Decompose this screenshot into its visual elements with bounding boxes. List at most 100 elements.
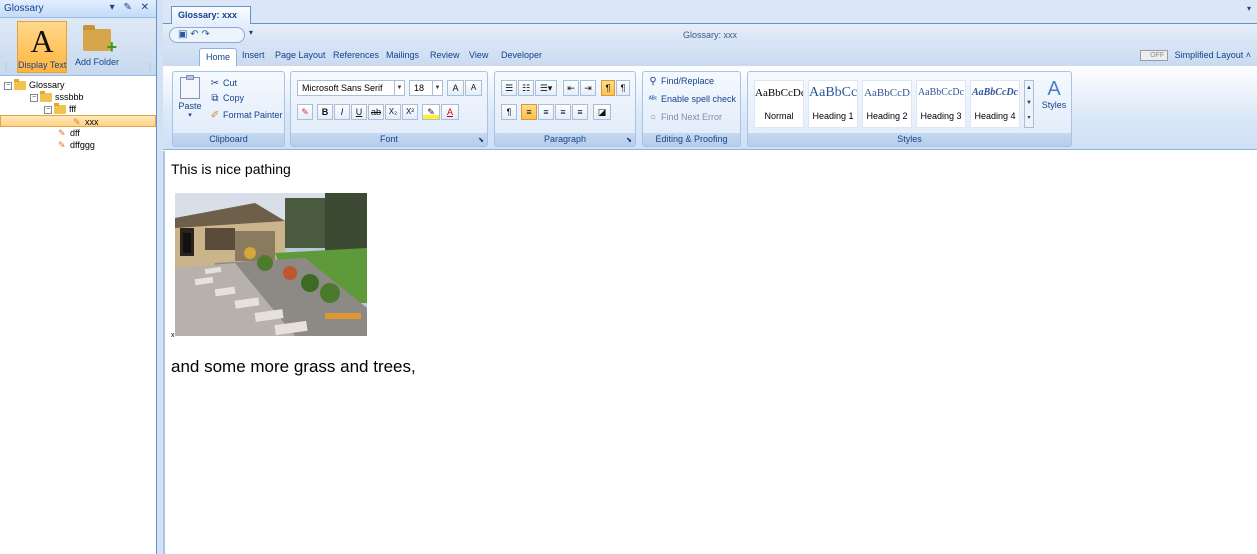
collapse-icon[interactable]: − (44, 105, 52, 114)
enable-spell-check-button[interactable]: ᴬᴮᶜ Enable spell check (647, 94, 736, 105)
chevron-down-icon: ▼ (432, 81, 442, 95)
format-painter-label: Format Painter (223, 110, 283, 120)
subscript-button[interactable]: X₂ (385, 104, 401, 120)
align-right-button[interactable]: ≡ (555, 104, 571, 120)
find-next-error-button[interactable]: ○ Find Next Error (647, 112, 722, 123)
styles-button[interactable]: A Styles (1038, 78, 1070, 110)
dialog-launcher-icon[interactable]: ⬊ (626, 136, 632, 144)
paragraph-caption: Paragraph (495, 133, 635, 146)
document-text-line-1[interactable]: This is nice pathing (171, 161, 291, 177)
ribbon: Paste ▾ ✂ Cut ⧉ Copy ✐ Format Painter Clipb… (163, 66, 1257, 150)
style-heading-1[interactable]: AaBbCcI Heading 1 (808, 80, 858, 128)
font-family-select[interactable]: Microsoft Sans Serif ▼ (297, 80, 405, 96)
bullets-button[interactable]: ☰ (501, 80, 517, 96)
justify-button[interactable]: ≡ (572, 104, 588, 120)
document-tab-bar: Glossary: xxx ▾ (163, 0, 1257, 24)
garden-photo (175, 193, 367, 336)
dialog-launcher-icon[interactable]: ⬊ (478, 136, 484, 144)
shading-button[interactable]: ◪ (593, 104, 611, 120)
panel-title-bar: Glossary ▾ ✎ ✕ (0, 0, 156, 18)
grip-icon[interactable]: ⋮ (2, 62, 10, 71)
item-icon: ✎ (58, 140, 66, 151)
style-heading-2[interactable]: AaBbCcD Heading 2 (862, 80, 912, 128)
document-tab[interactable]: Glossary: xxx (171, 6, 251, 24)
glossary-tree: − Glossary − sssbbb − fff ✎ xxx ✎ dff ✎ dffggg (0, 79, 156, 151)
paragraph-group: ☰ ☷ ☰▾ ⇤ ⇥ ¶ ¶ ¶ ≡ ≡ ≡ ≡ ◪ Paragraph ⬊ (494, 71, 636, 147)
numbering-button[interactable]: ☷ (518, 80, 534, 96)
paragraph-mark-button[interactable]: ¶ (501, 104, 517, 120)
decrease-indent-button[interactable]: ⇤ (563, 80, 579, 96)
tree-node-label: Glossary (29, 80, 65, 90)
find-replace-button[interactable]: ⚲ Find/Replace (647, 76, 714, 87)
tree-node-xxx[interactable]: ✎ xxx (0, 115, 156, 127)
tab-home[interactable]: Home (199, 48, 238, 67)
simplified-layout: OFF Simplified Layout ˄ (1140, 50, 1251, 62)
style-name: Heading 1 (812, 111, 854, 121)
paste-button[interactable]: Paste ▾ (176, 75, 204, 131)
add-folder-button[interactable]: + Add Folder (72, 21, 122, 73)
tab-page-layout[interactable]: Page Layout (275, 50, 326, 60)
strikethrough-button[interactable]: ab (368, 104, 384, 120)
spellcheck-icon: ᴬᴮᶜ (648, 96, 658, 104)
font-group: Microsoft Sans Serif ▼ 18 ▼ A A ✎ B I U … (290, 71, 488, 147)
editing-proofing-group: ⚲ Find/Replace ᴬᴮᶜ Enable spell check ○ Fin… (642, 71, 741, 147)
tab-insert[interactable]: Insert (242, 50, 265, 60)
document-image[interactable] (175, 193, 367, 336)
align-left-button[interactable]: ≡ (521, 104, 537, 120)
simplified-layout-toggle[interactable]: OFF (1140, 50, 1169, 62)
copy-label: Copy (223, 93, 245, 103)
document-text-line-2[interactable]: and some more grass and trees, (171, 357, 416, 377)
title-row: ▣ ↶ ↷ ▾ Glossary: xxx (163, 24, 1257, 46)
show-formatting-button[interactable]: ¶ (601, 80, 615, 96)
tree-node-dffggg[interactable]: ✎ dffggg (0, 139, 156, 151)
align-center-button[interactable]: ≡ (538, 104, 554, 120)
toolbar-overflow-icon[interactable]: ⋮ (146, 62, 154, 71)
panel-title-buttons[interactable]: ▾ ✎ ✕ (110, 2, 152, 13)
cut-button[interactable]: ✂ Cut (209, 78, 237, 89)
bold-button[interactable]: B (317, 104, 333, 120)
tab-references[interactable]: References (333, 50, 379, 60)
paintbrush-icon: ✐ (210, 110, 220, 122)
underline-button[interactable]: U (351, 104, 367, 120)
style-heading-4[interactable]: AaBbCcDc Heading 4 (970, 80, 1020, 128)
style-name: Normal (764, 111, 794, 121)
tab-developer[interactable]: Developer (501, 50, 542, 60)
tab-view[interactable]: View (469, 50, 488, 60)
font-color-button[interactable]: A (441, 104, 459, 120)
collapse-icon[interactable]: − (4, 81, 12, 90)
tree-node-glossary[interactable]: − Glossary (0, 79, 156, 91)
add-folder-icon: + (83, 25, 117, 56)
italic-button[interactable]: I (334, 104, 350, 120)
document-body[interactable]: This is nice pathing x and some more gra… (163, 151, 1257, 554)
chevron-down-icon: ▼ (394, 81, 404, 95)
styles-gallery-scroll[interactable]: ▲ ▼ ▾ (1024, 80, 1034, 128)
tree-node-fff[interactable]: − fff (0, 103, 156, 115)
superscript-button[interactable]: X² (402, 104, 418, 120)
tab-menu-icon[interactable]: ▾ (1247, 4, 1251, 13)
format-painter-button[interactable]: ✐ Format Painter (209, 110, 283, 121)
style-normal[interactable]: AaBbCcDc Normal (754, 80, 804, 128)
collapse-icon[interactable]: − (30, 93, 38, 102)
style-sample: AaBbCcD (864, 87, 910, 99)
highlight-color-button[interactable]: ✎ (422, 104, 440, 120)
tree-node-sssbbb[interactable]: − sssbbb (0, 91, 156, 103)
shrink-font-button[interactable]: A (465, 80, 482, 96)
tree-node-label: sssbbb (55, 92, 84, 102)
style-heading-3[interactable]: AaBbCcDc Heading 3 (916, 80, 966, 128)
clear-formatting-button[interactable]: ✎ (297, 104, 313, 120)
tree-node-dff[interactable]: ✎ dff (0, 127, 156, 139)
item-icon: ✎ (73, 117, 81, 128)
rtl-paragraph-button[interactable]: ¶ (616, 80, 630, 96)
grow-font-button[interactable]: A (447, 80, 464, 96)
font-size-select[interactable]: 18 ▼ (409, 80, 443, 96)
find-next-error-label: Find Next Error (661, 112, 723, 122)
copy-button[interactable]: ⧉ Copy (209, 93, 244, 104)
multilevel-list-button[interactable]: ☰▾ (535, 80, 557, 96)
collapse-ribbon-icon[interactable]: ˄ (1246, 50, 1251, 60)
style-sample: AaBbCcDc (755, 87, 803, 99)
tab-mailings[interactable]: Mailings (386, 50, 419, 60)
clipboard-group: Paste ▾ ✂ Cut ⧉ Copy ✐ Format Painter Clipb… (172, 71, 285, 147)
increase-indent-button[interactable]: ⇥ (580, 80, 596, 96)
display-text-button[interactable]: A Display Text (17, 21, 67, 73)
tab-review[interactable]: Review (430, 50, 460, 60)
